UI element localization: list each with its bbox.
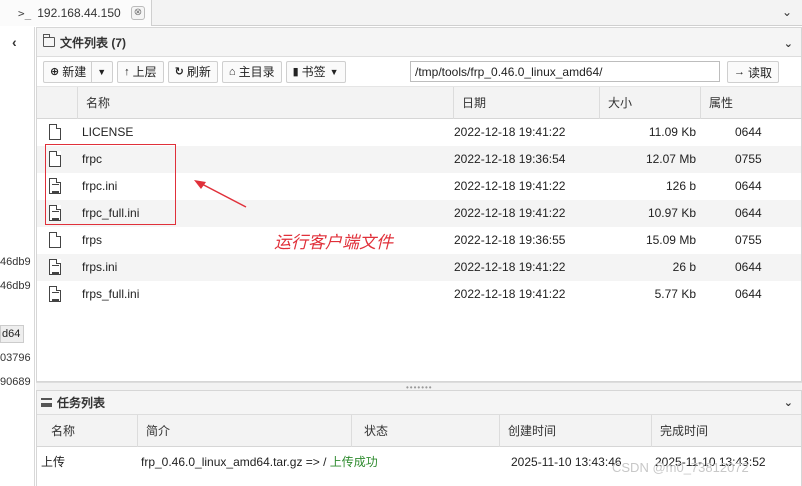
folder-icon [43, 34, 55, 47]
file-date: 2022-12-18 19:41:22 [454, 260, 566, 274]
chevron-down-icon[interactable]: ⌄ [784, 37, 793, 50]
chevron-down-icon[interactable]: ⌄ [784, 396, 793, 409]
file-size: 11.09 Kb [648, 125, 696, 139]
text-file-icon [49, 286, 61, 302]
home-label: 主目录 [238, 65, 275, 79]
home-button[interactable]: ⌂ 主目录 [221, 60, 282, 83]
file-icon [49, 232, 61, 248]
file-perm: 0644 [735, 260, 762, 274]
arrow-up-icon: ↑ [124, 65, 130, 78]
path-input[interactable] [410, 61, 720, 82]
file-panel-title: 文件列表 (7) [60, 35, 127, 50]
annotation-arrow [194, 180, 247, 208]
bookmark-label: 书签 [301, 65, 326, 79]
panel-splitter[interactable]: ••••••• [36, 382, 802, 392]
file-size: 10.97 Kb [647, 206, 696, 220]
file-perm: 0644 [735, 125, 762, 139]
plus-circle-icon: ⊕ [50, 66, 60, 78]
annotation-text: 运行客户端文件 [274, 233, 393, 253]
file-perm: 0755 [735, 233, 762, 247]
read-button[interactable]: → 读取 [727, 61, 780, 83]
task-name: 上传 [41, 455, 66, 469]
left-fragment: 03796 [0, 352, 31, 364]
tab-ssh-session[interactable]: >_ 192.168.44.150 ⊗ [0, 0, 152, 26]
refresh-button[interactable]: ↻ 刷新 [167, 60, 218, 83]
file-date: 2022-12-18 19:41:22 [454, 287, 566, 301]
table-row[interactable]: frps 2022-12-18 19:36:55 15.09 Mb 0755 [37, 227, 801, 254]
table-row[interactable]: frps_full.ini 2022-12-18 19:41:22 5.77 K… [37, 281, 801, 308]
new-button[interactable]: ⊕ 新建 ▼ [43, 60, 114, 83]
file-name: frps.ini [82, 260, 118, 274]
table-row[interactable]: LICENSE 2022-12-18 19:41:22 11.09 Kb 064… [37, 119, 801, 146]
file-date: 2022-12-18 19:41:22 [454, 179, 566, 193]
task-panel-title: 任务列表 [57, 396, 106, 410]
task-desc: frp_0.46.0_linux_amd64.tar.gz => / 上传成功 [141, 447, 378, 477]
task-col-created[interactable]: 创建时间 [499, 415, 651, 447]
left-fragment: 90689 [0, 376, 31, 388]
task-col-desc[interactable]: 简介 [137, 415, 351, 447]
watermark: CSDN @m0_73812072 [612, 460, 749, 475]
highlight-box [45, 144, 176, 225]
file-name: frps_full.ini [82, 287, 140, 301]
up-label: 上层 [132, 65, 157, 79]
file-perm: 0755 [735, 152, 762, 166]
new-dropdown-icon[interactable]: ▼ [91, 61, 106, 82]
file-name: frps [82, 233, 103, 247]
table-row[interactable]: frps.ini 2022-12-18 19:41:22 26 b 0644 [37, 254, 801, 281]
file-perm: 0644 [735, 179, 762, 193]
task-desc-result: 上传成功 [329, 455, 378, 469]
task-created: 2025-11-10 13:43:46 [511, 455, 622, 469]
task-desc-path: frp_0.46.0_linux_amd64.tar.gz => / [141, 455, 330, 469]
file-size: 126 b [665, 179, 696, 193]
col-date[interactable]: 日期 [453, 87, 599, 119]
file-table-header: 名称 日期 大小 属性 [37, 87, 801, 119]
home-icon: ⌂ [228, 65, 236, 78]
arrow-right-icon: → [734, 66, 745, 78]
refresh-label: 刷新 [186, 65, 211, 79]
col-perm[interactable]: 属性 [700, 87, 802, 119]
file-date: 2022-12-18 19:41:22 [454, 206, 566, 220]
list-icon [41, 398, 52, 407]
bookmark-button[interactable]: ▮ 书签 ▼ [285, 60, 346, 83]
file-panel-header: 文件列表 (7) ⌄ [37, 28, 801, 57]
task-col-name[interactable]: 名称 [37, 415, 137, 447]
collapse-left-icon[interactable]: ‹ [12, 34, 17, 50]
left-fragment: 46db9 [0, 280, 31, 292]
left-fragment: 46db9 [0, 256, 31, 268]
refresh-icon: ↻ [174, 66, 184, 78]
bookmark-icon: ▮ [292, 66, 299, 78]
task-panel-header: 任务列表 ⌄ [37, 391, 801, 415]
file-toolbar: ⊕ 新建 ▼ ↑ 上层 ↻ 刷新 ⌂ 主目录 ▮ 书签 ▼ → 读取 [37, 57, 801, 87]
up-button[interactable]: ↑ 上层 [117, 60, 164, 83]
task-col-finished[interactable]: 完成时间 [651, 415, 802, 447]
new-label: 新建 [62, 65, 87, 79]
close-icon[interactable]: ⊗ [131, 6, 145, 20]
col-size[interactable]: 大小 [599, 87, 700, 119]
read-label: 读取 [748, 65, 773, 80]
bookmark-dropdown-icon: ▼ [329, 66, 339, 77]
tab-bar: >_ 192.168.44.150 ⊗ ⌄ [0, 0, 802, 26]
col-name[interactable]: 名称 [77, 87, 453, 119]
file-date: 2022-12-18 19:41:22 [454, 125, 566, 139]
file-date: 2022-12-18 19:36:55 [454, 233, 566, 247]
file-size: 26 b [672, 260, 696, 274]
file-date: 2022-12-18 19:36:54 [454, 152, 566, 166]
tab-title: 192.168.44.150 [37, 6, 121, 20]
file-perm: 0644 [735, 287, 762, 301]
task-col-status[interactable]: 状态 [351, 415, 499, 447]
file-name: LICENSE [82, 125, 134, 139]
file-size: 5.77 Kb [654, 287, 696, 301]
chevron-down-icon[interactable]: ⌄ [782, 5, 792, 19]
file-size: 12.07 Mb [645, 152, 696, 166]
file-size: 15.09 Mb [645, 233, 696, 247]
file-perm: 0644 [735, 206, 762, 220]
file-icon [49, 124, 61, 140]
text-file-icon [49, 259, 61, 275]
left-panel: ‹ 46db9 46db9 d64 03796 90689 [0, 27, 35, 486]
task-table-header: 名称 简介 状态 创建时间 完成时间 [37, 415, 801, 447]
left-fragment-box: d64 [0, 325, 24, 343]
terminal-icon: >_ [18, 6, 32, 20]
